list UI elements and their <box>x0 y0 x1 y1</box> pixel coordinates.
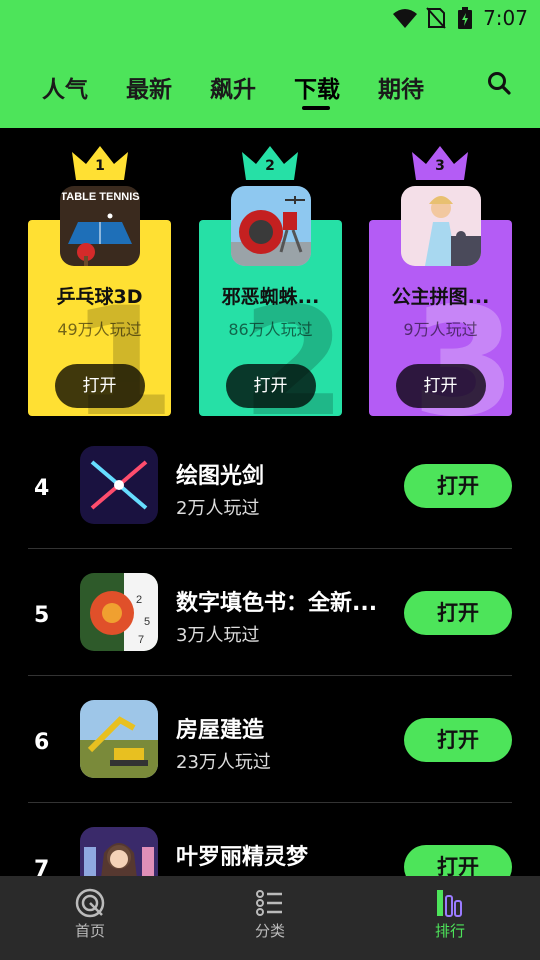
crown-rank: 3 <box>435 158 445 174</box>
nav-ranking[interactable]: 排行 <box>410 888 490 941</box>
nav-label: 分类 <box>254 922 285 940</box>
tab-upcoming[interactable]: 期待 <box>378 70 424 104</box>
clock-text: 7:07 <box>483 6 528 30</box>
status-bar: 7:07 <box>0 0 540 36</box>
game-title: 叶罗丽精灵梦 <box>176 845 309 870</box>
game-thumbnail-table-tennis[interactable]: TABLE TENNIS <box>60 186 140 266</box>
game-title: 绘图光剑 <box>176 464 265 489</box>
list-rank: 7 <box>34 857 50 876</box>
list-rank: 5 <box>34 603 50 628</box>
list-item[interactable]: 7 叶罗丽精灵梦 打开 <box>0 803 540 876</box>
open-button[interactable]: 打开 <box>395 364 486 408</box>
open-button[interactable]: 打开 <box>404 718 512 762</box>
ranking-tabs: 人气 最新 飙升 下载 期待 <box>0 70 540 110</box>
list-rank: 6 <box>34 730 50 755</box>
play-count: 3万人玩过 <box>176 625 260 646</box>
crown-badge-3: 3 <box>410 144 470 184</box>
crown-rank: 2 <box>265 158 275 174</box>
open-button[interactable]: 打开 <box>404 464 512 508</box>
list-item[interactable]: 4 绘图光剑 2万人玩过 打开 <box>0 422 540 549</box>
tab-popular[interactable]: 人气 <box>42 70 88 104</box>
app-icon-house-builder[interactable] <box>80 700 158 778</box>
bottom-navigation: 首页 分类 排行 <box>0 876 540 960</box>
wifi-icon <box>393 9 417 28</box>
app-icon-ye-luo-li[interactable] <box>80 827 158 876</box>
app-icon-color-by-number[interactable]: 2 5 7 <box>80 573 158 651</box>
crown-badge-1: 1 <box>70 144 130 184</box>
tab-rising[interactable]: 飙升 <box>210 70 256 104</box>
ranking-list: 4 绘图光剑 2万人玩过 打开 5 2 5 7 数字填色书：全新... 3万人玩… <box>0 422 540 876</box>
search-icon[interactable] <box>486 70 512 96</box>
game-thumbnail-princess-puzzle[interactable] <box>401 186 481 266</box>
open-button[interactable]: 打开 <box>225 364 316 408</box>
play-count: 2万人玩过 <box>176 498 260 519</box>
thumb-digit: 5 <box>144 616 150 628</box>
game-title: 邪恶蜘蛛... <box>221 286 320 308</box>
top-three-podium: 1 1 乒乓球3D 49万人玩过 打开 TABLE TENNIS 2 2 邪恶蜘… <box>0 140 540 420</box>
ranking-icon <box>437 890 462 917</box>
play-count: 9万人玩过 <box>403 320 478 339</box>
play-count: 49万人玩过 <box>57 320 142 339</box>
home-icon <box>75 888 105 918</box>
crown-badge-2: 2 <box>240 144 300 184</box>
open-button[interactable]: 打开 <box>404 845 512 876</box>
nav-home[interactable]: 首页 <box>50 888 130 941</box>
tab-downloads[interactable]: 下载 <box>294 70 340 104</box>
no-sim-icon <box>426 7 446 29</box>
list-item[interactable]: 5 2 5 7 数字填色书：全新... 3万人玩过 打开 <box>0 549 540 676</box>
play-count: 23万人玩过 <box>176 752 271 773</box>
top-header: 7:07 人气 最新 飙升 下载 期待 <box>0 0 540 128</box>
game-title: 数字填色书：全新... <box>176 591 378 616</box>
tab-newest[interactable]: 最新 <box>126 70 172 104</box>
game-title: 乒乓球3D <box>56 286 143 308</box>
thumb-title: TABLE TENNIS <box>60 191 139 203</box>
game-thumbnail-spider-robot[interactable] <box>231 186 311 266</box>
thumb-digit: 2 <box>136 594 142 606</box>
play-count: 86万人玩过 <box>228 320 313 339</box>
game-title: 公主拼图... <box>391 286 490 308</box>
open-button[interactable]: 打开 <box>404 591 512 635</box>
nav-label: 排行 <box>434 922 465 940</box>
list-rank: 4 <box>34 476 50 501</box>
open-button[interactable]: 打开 <box>54 364 145 408</box>
crown-rank: 1 <box>95 158 105 174</box>
category-icon <box>256 890 282 916</box>
active-tab-indicator <box>302 106 330 110</box>
list-item[interactable]: 6 房屋建造 23万人玩过 打开 <box>0 676 540 803</box>
nav-label: 首页 <box>74 922 105 940</box>
game-title: 房屋建造 <box>176 718 265 743</box>
thumb-digit: 7 <box>138 634 144 646</box>
nav-category[interactable]: 分类 <box>230 888 310 941</box>
app-icon-light-saber[interactable] <box>80 446 158 524</box>
battery-icon <box>458 7 472 29</box>
